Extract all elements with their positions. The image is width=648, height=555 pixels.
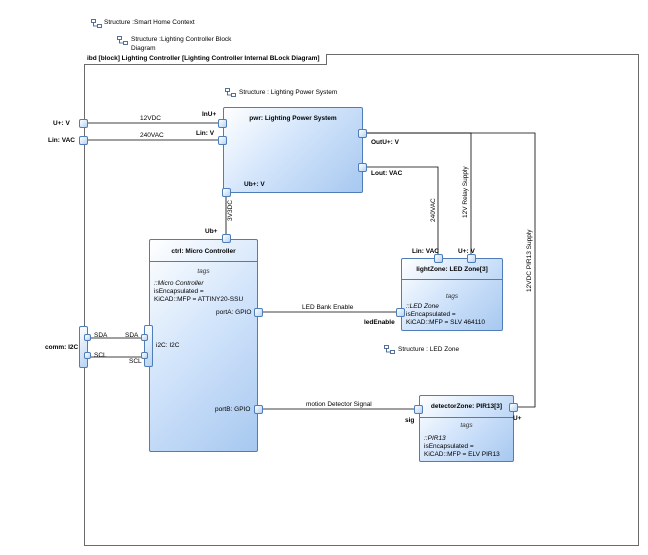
power-port-outu[interactable] xyxy=(358,129,367,138)
led-zone-structure-label[interactable]: Structure : LED Zone xyxy=(398,346,459,354)
context-structure-label[interactable]: Structure :Smart Home Context xyxy=(104,19,195,27)
detector-zone-tag-mfp: KiCAD::MFP = ELV PIR13 xyxy=(424,451,500,458)
boundary-scl-port[interactable] xyxy=(84,352,91,359)
light-zone-tags-header: tags xyxy=(445,293,459,300)
light-zone-port-led-enable[interactable] xyxy=(396,308,405,317)
frame-title: ibd [block] Lighting Controller [Lightin… xyxy=(84,54,327,65)
label-12vdc: 12VDC xyxy=(140,115,161,122)
ctrl-scl-port[interactable] xyxy=(141,352,148,359)
label-motion-signal: motion Detector Signal xyxy=(306,401,372,408)
power-port-lin[interactable] xyxy=(218,136,227,145)
micro-controller-tags-header: tags xyxy=(197,268,210,275)
power-port-lin-label: Lin: V xyxy=(196,130,215,137)
light-zone-port-led-enable-label: ledEnable xyxy=(364,319,395,326)
boundary-port-lin-label: Lin: VAC xyxy=(48,137,75,144)
boundary-port-u-plus[interactable] xyxy=(79,119,88,128)
ctrl-port-a[interactable] xyxy=(254,308,263,317)
diagram-structure-label-line2[interactable]: Diagram xyxy=(131,45,156,53)
micro-controller-title: ctrl: Micro Controller xyxy=(171,248,236,255)
light-zone-port-lin[interactable] xyxy=(434,254,443,263)
structure-icon xyxy=(384,345,395,354)
structure-icon xyxy=(225,88,236,97)
label-240vac: 240VAC xyxy=(140,132,164,139)
detector-zone-port-sig[interactable] xyxy=(414,405,423,414)
ctrl-port-b[interactable] xyxy=(254,405,263,414)
structure-icon xyxy=(117,36,128,45)
label-pir13-supply: 12VDC PIR13 Supply xyxy=(526,229,533,292)
ctrl-port-b-label: portB: GPIO xyxy=(215,406,251,413)
compartment-divider xyxy=(150,261,257,262)
ctrl-port-ub[interactable] xyxy=(222,234,231,243)
power-port-lout[interactable] xyxy=(358,163,367,172)
detector-zone-port-u-label: U+ xyxy=(513,415,522,422)
power-port-ub[interactable] xyxy=(222,188,231,197)
detector-zone-port-sig-label: sig xyxy=(405,417,415,424)
power-system-title: pwr: Lighting Power System xyxy=(249,115,337,122)
boundary-port-u-plus-label: U+: V xyxy=(53,120,70,127)
boundary-scl-label: SCL xyxy=(94,352,107,359)
compartment-divider xyxy=(420,417,513,418)
boundary-sda-label: SDA xyxy=(94,332,108,339)
boundary-port-comm[interactable] xyxy=(79,326,88,368)
compartment-divider xyxy=(402,279,502,280)
power-port-inu[interactable] xyxy=(218,119,227,128)
detector-zone-tag-encapsulated: isEncapsulated = xyxy=(424,443,474,450)
structure-icon xyxy=(91,19,102,28)
light-zone-tag-mfp: KiCAD::MFP = SLV 464110 xyxy=(406,319,485,326)
micro-controller-tag-encapsulated: isEncapsulated = xyxy=(154,288,204,295)
boundary-port-comm-label: comm: I2C xyxy=(45,344,79,351)
ctrl-port-i2c[interactable] xyxy=(144,325,153,367)
power-port-lout-label: Lout: VAC xyxy=(371,170,403,177)
boundary-port-lin[interactable] xyxy=(79,136,88,145)
power-port-inu-label: InU+ xyxy=(202,111,217,118)
detector-zone-port-u[interactable] xyxy=(509,403,518,412)
diagram-structure-label-line1[interactable]: Structure :Lighting Controller Block xyxy=(131,36,231,44)
label-240vac-vertical: 240VAC xyxy=(430,198,437,222)
power-port-outu-label: OutU+: V xyxy=(371,139,399,146)
light-zone-tag-encapsulated: isEncapsulated = xyxy=(406,311,456,318)
micro-controller-tag-type: ::Micro Controller xyxy=(154,280,204,287)
boundary-sda-port[interactable] xyxy=(84,334,91,341)
micro-controller-tag-mfp: KiCAD::MFP = ATTINY20-SSU xyxy=(154,296,244,303)
label-3v3dc: 3V3DC xyxy=(227,200,234,221)
ctrl-sda-port[interactable] xyxy=(141,334,148,341)
ctrl-port-i2c-label: i2C: I2C xyxy=(156,342,180,349)
ctrl-sda-label: SDA xyxy=(125,332,139,339)
power-structure-label[interactable]: Structure : Lighting Power System xyxy=(239,89,337,97)
power-port-ub-label: Ub+: V xyxy=(244,181,265,188)
ctrl-scl-label: SCL xyxy=(129,358,142,365)
detector-zone-block[interactable]: detectorZone: PIR13[3] tags ::PIR13 isEn… xyxy=(419,395,514,462)
ctrl-port-ub-label: Ub+ xyxy=(205,228,218,235)
detector-zone-tags-header: tags xyxy=(460,422,473,429)
light-zone-block[interactable]: lightZone: LED Zone[3] tags ::LED Zone i… xyxy=(401,258,503,331)
label-relay-supply: 12V Relay Supply xyxy=(462,166,469,218)
light-zone-tag-type: ::LED Zone xyxy=(406,303,439,310)
ctrl-port-a-label: portA: GPIO xyxy=(216,309,252,316)
detector-zone-tag-type: ::PIR13 xyxy=(424,435,446,442)
label-led-bank-enable: LED Bank Enable xyxy=(302,304,354,311)
detector-zone-title: detectorZone: PIR13[3] xyxy=(430,403,503,410)
light-zone-port-u[interactable] xyxy=(467,254,476,263)
light-zone-title: lightZone: LED Zone[3] xyxy=(416,266,488,273)
